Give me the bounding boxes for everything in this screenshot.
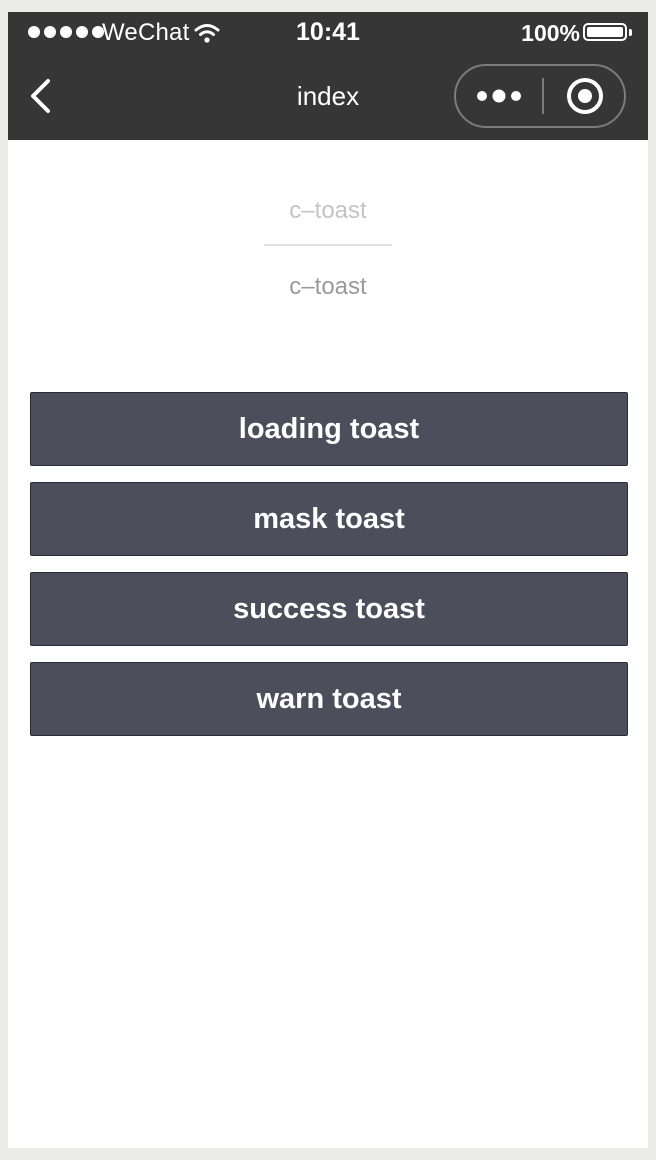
status-bar: WeChat 10:41 100% xyxy=(8,12,648,52)
chevron-left-icon xyxy=(31,79,50,113)
warn-toast-button[interactable]: warn toast xyxy=(30,662,628,736)
nav-bar: index xyxy=(8,52,648,140)
loading-toast-button[interactable]: loading toast xyxy=(30,392,628,466)
battery-level xyxy=(587,27,623,37)
battery-percent: 100% xyxy=(521,20,580,46)
page-content: c–toast c–toast loading toast mask toast… xyxy=(8,140,648,1148)
success-toast-button[interactable]: success toast xyxy=(30,572,628,646)
header-description: c–toast xyxy=(289,273,367,300)
page-header: c–toast c–toast xyxy=(8,196,648,302)
phone-screen: WeChat 10:41 100% index c–toast c–toast … xyxy=(8,12,648,1148)
more-dots-icon xyxy=(477,89,521,103)
capsule-menu xyxy=(454,64,626,128)
header-title: c–toast xyxy=(289,197,367,224)
button-list: loading toast mask toast success toast w… xyxy=(30,392,628,752)
close-miniprogram-button[interactable] xyxy=(544,66,626,126)
more-button[interactable] xyxy=(456,66,542,126)
battery-tip xyxy=(629,29,632,36)
battery-icon xyxy=(583,23,627,41)
mask-toast-button[interactable]: mask toast xyxy=(30,482,628,556)
top-bar: WeChat 10:41 100% index xyxy=(8,12,648,140)
header-divider xyxy=(264,244,392,246)
target-circle-icon xyxy=(567,78,603,114)
back-button[interactable] xyxy=(20,74,60,118)
